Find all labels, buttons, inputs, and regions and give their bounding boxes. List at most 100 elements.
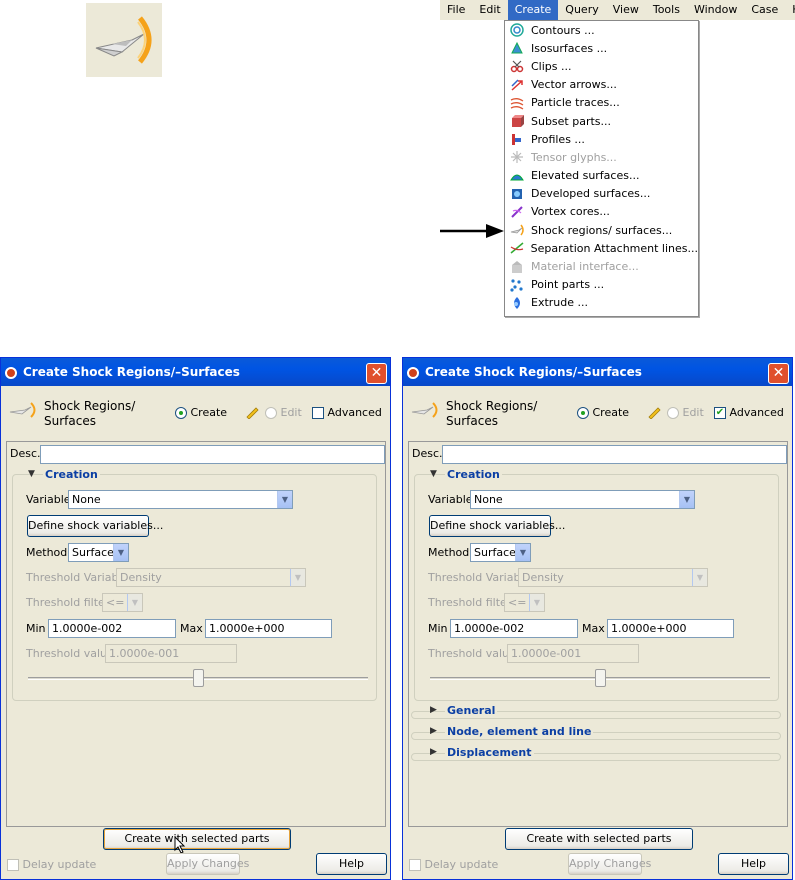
menu-item-isosurfaces[interactable]: Isosurfaces ... [505,39,698,57]
menu-item-particle-traces[interactable]: Particle traces... [505,94,698,112]
advanced-checkbox[interactable]: ✔ Advanced [714,406,784,419]
max-input[interactable]: 1.0000e+000 [205,619,332,638]
create-radio[interactable]: Create [175,406,227,419]
advanced-checkbox[interactable]: Advanced [312,406,382,419]
developed-surfaces-icon [509,186,525,202]
menu-case[interactable]: Case [744,0,785,20]
menu-view[interactable]: View [606,0,646,20]
menu-item-label: Vector arrows... [531,78,617,92]
apply-changes-button[interactable]: Apply Changes [166,853,249,875]
variable-value: None [474,493,503,506]
variable-select[interactable]: None ▼ [470,490,695,509]
edit-radio[interactable]: Edit [265,406,302,419]
displacement-section-title[interactable]: Displacement [445,746,534,759]
close-icon[interactable]: ✕ [768,363,789,384]
variable-select[interactable]: None ▼ [68,490,293,509]
menu-item-label: Separation Attachment lines... [530,241,698,255]
menu-query[interactable]: Query [558,0,605,20]
desc-input[interactable] [40,445,385,464]
displacement-section[interactable]: ▶ Displacement [411,746,781,761]
method-select[interactable]: Surface ▼ [68,543,129,562]
menu-item-shock-regions[interactable]: Shock regions/ surfaces... [505,221,698,239]
menu-window[interactable]: Window [687,0,744,20]
create-radio[interactable]: Create [577,406,629,419]
triangle-right-icon[interactable]: ▶ [430,747,437,757]
creation-section-title[interactable]: Creation [445,468,502,481]
create-with-selected-parts-button[interactable]: Create with selected parts [505,828,693,850]
menu-item-separation-lines[interactable]: Separation Attachment lines... [505,239,698,257]
menu-item-point-parts[interactable]: Point parts ... [505,276,698,294]
menu-item-developed-surfaces[interactable]: Developed surfaces... [505,185,698,203]
desc-label: Desc. [412,447,443,460]
dialog-title-bar[interactable]: Create Shock Regions/–Surfaces ✕ [403,358,792,386]
menu-item-elevated-surfaces[interactable]: Elevated surfaces... [505,167,698,185]
shock-regions-toolbar-icon[interactable] [86,3,162,77]
triangle-down-icon[interactable]: ▼ [28,469,35,479]
define-shock-variables-button[interactable]: Define shock variables... [429,515,565,537]
extrude-icon [509,295,525,311]
node-element-line-section[interactable]: ▶ Node, element and line [411,725,781,740]
menu-item-extrude[interactable]: Extrude ... [505,294,698,312]
min-input[interactable]: 1.0000e-002 [450,619,578,638]
menu-item-label: Vortex cores... [531,205,610,219]
menu-item-label: Isosurfaces ... [531,41,608,55]
menu-file[interactable]: File [440,0,472,20]
dialog-title-bar[interactable]: Create Shock Regions/–Surfaces ✕ [1,358,390,386]
threshold-value-input[interactable]: 1.0000e-001 [105,644,237,663]
node-element-line-section-title[interactable]: Node, element and line [445,725,594,738]
triangle-right-icon[interactable]: ▶ [430,705,437,715]
triangle-right-icon[interactable]: ▶ [430,726,437,736]
shock-regions-icon [9,402,36,418]
menu-create[interactable]: Create [507,0,559,20]
menu-item-label: Developed surfaces... [531,187,651,201]
menu-item-label: Tensor glyphs... [531,150,617,164]
help-button[interactable]: Help [316,853,387,875]
define-shock-variables-button[interactable]: Define shock variables... [27,515,163,537]
desc-input[interactable] [442,445,787,464]
menu-item-clips[interactable]: Clips ... [505,57,698,75]
general-section[interactable]: ▶ General [411,704,781,719]
close-icon[interactable]: ✕ [366,363,387,384]
delay-update-checkbox[interactable]: Delay update [409,858,498,871]
menu-item-subset-parts[interactable]: Subset parts... [505,112,698,130]
delay-update-label: Delay update [22,858,97,871]
menu-item-vortex-cores[interactable]: Vortex cores... [505,203,698,221]
delay-update-checkbox[interactable]: Delay update [7,858,96,871]
threshold-slider-thumb[interactable] [595,669,606,687]
general-section-title[interactable]: General [445,704,498,717]
threshold-value-input[interactable]: 1.0000e-001 [507,644,639,663]
threshold-variable-select[interactable]: Density ▼ [518,568,708,587]
method-label: Method [428,546,470,559]
apply-changes-button[interactable]: Apply Changes [568,853,651,875]
menu-item-contours[interactable]: Contours ... [505,21,698,39]
dialog-title: Create Shock Regions/–Surfaces [425,365,642,379]
menu-tools[interactable]: Tools [646,0,687,20]
triangle-down-icon[interactable]: ▼ [430,469,437,479]
edit-radio[interactable]: Edit [667,406,704,419]
max-input[interactable]: 1.0000e+000 [607,619,734,638]
menu-item-tensor-glyphs[interactable]: Tensor glyphs... [505,148,698,166]
creation-section-title[interactable]: Creation [43,468,100,481]
method-select[interactable]: Surface ▼ [470,543,531,562]
menu-item-profiles[interactable]: Profiles ... [505,130,698,148]
max-label: Max [180,622,203,635]
help-button[interactable]: Help [718,853,789,875]
chevron-down-icon: ▼ [515,544,530,561]
advanced-label: Advanced [729,406,784,419]
create-with-selected-parts-button[interactable]: Create with selected parts [103,828,291,850]
chevron-down-icon: ▼ [290,569,305,586]
vortex-cores-icon [509,204,525,220]
threshold-filter-select[interactable]: <= ▼ [102,593,143,612]
chevron-down-icon: ▼ [127,594,142,611]
menu-item-vector-arrows[interactable]: Vector arrows... [505,76,698,94]
menu-edit[interactable]: Edit [472,0,507,20]
create-radio-label: Create [190,406,228,419]
threshold-slider-thumb[interactable] [193,669,204,687]
min-input[interactable]: 1.0000e-002 [48,619,176,638]
threshold-variable-select[interactable]: Density ▼ [116,568,306,587]
menu-help[interactable]: Help [785,0,795,20]
material-interface-icon [509,259,525,275]
threshold-value-label: Threshold value [428,647,516,660]
threshold-filter-select[interactable]: <= ▼ [504,593,545,612]
menu-item-material-interface[interactable]: Material interface... [505,257,698,275]
